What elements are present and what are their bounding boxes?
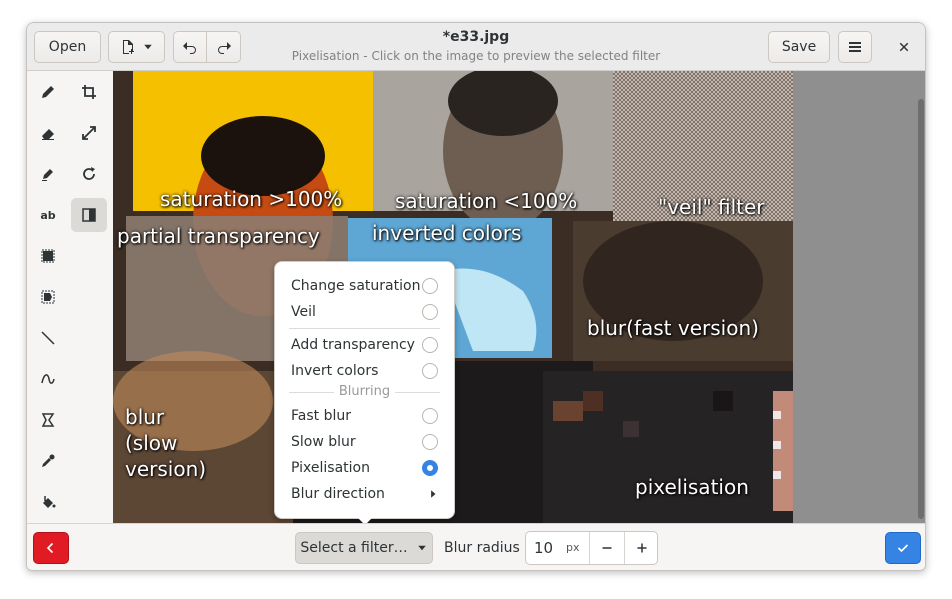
menu-item-add-transparency[interactable]: Add transparency	[291, 333, 438, 357]
radio-pixelisation[interactable]	[422, 460, 438, 476]
close-icon	[899, 42, 909, 52]
curve-icon	[41, 374, 55, 384]
label-partial-transparency: partial transparency	[117, 224, 320, 248]
radio-slow-blur[interactable]	[422, 434, 438, 450]
filter-select-button[interactable]: Select a filter…	[295, 532, 433, 564]
increase-button[interactable]	[625, 532, 658, 564]
menu-item-label: Pixelisation	[291, 460, 370, 476]
pencil-tool[interactable]	[30, 75, 66, 109]
menu-item-label: Blur direction	[291, 486, 385, 502]
radio-add-transparency[interactable]	[422, 337, 438, 353]
label-saturation-low: saturation <100%	[395, 189, 578, 213]
line-tool[interactable]	[30, 321, 66, 355]
scale-icon	[82, 126, 96, 140]
color-picker-tool[interactable]	[30, 444, 66, 478]
radio-fast-blur[interactable]	[422, 408, 438, 424]
tools-sidebar: ab	[27, 71, 113, 523]
text-tool[interactable]: ab	[30, 198, 66, 232]
blur-radius-value[interactable]: 10	[534, 539, 553, 557]
highlighter-icon	[42, 169, 53, 181]
chevron-down-icon	[417, 545, 426, 551]
label-inverted-colors: inverted colors	[372, 221, 522, 245]
app-window: Open *e33.jpg Pixelisation - Click on th…	[26, 22, 926, 571]
menu-item-label: Fast blur	[291, 408, 351, 424]
blur-radius-spinbutton[interactable]: 10 px	[525, 531, 658, 565]
menu-item-label: Invert colors	[291, 363, 379, 379]
line-icon	[41, 331, 55, 345]
cancel-button[interactable]	[33, 532, 69, 564]
checkmark-icon	[897, 544, 909, 553]
eraser-tool[interactable]	[30, 116, 66, 150]
free-selection-tool[interactable]	[30, 280, 66, 314]
filters-tool[interactable]	[71, 198, 107, 232]
label-blur-fast: blur(fast version)	[587, 316, 759, 340]
bottom-bar: Select a filter… Blur radius 10 px	[27, 523, 925, 570]
filter-select-label: Select a filter…	[300, 540, 408, 556]
eyedropper-icon	[42, 454, 55, 467]
scale-tool[interactable]	[71, 116, 107, 150]
menu-item-label: Add transparency	[291, 337, 415, 353]
highlighter-tool[interactable]	[30, 157, 66, 191]
menu-item-pixelisation[interactable]: Pixelisation	[291, 456, 438, 480]
text-tool-icon: ab	[40, 208, 56, 222]
paint-tool[interactable]	[30, 485, 66, 519]
label-blur-slow: blur (slow version)	[125, 405, 207, 481]
back-arrow-icon	[46, 542, 54, 554]
label-pixelisation: pixelisation	[635, 475, 749, 499]
main-menu-button[interactable]	[838, 31, 872, 63]
eraser-icon	[42, 129, 54, 140]
radio-invert-colors[interactable]	[422, 363, 438, 379]
rotate-icon	[83, 167, 95, 180]
menu-separator	[289, 328, 440, 329]
crop-tool[interactable]	[71, 75, 107, 109]
label-saturation-high: saturation >100%	[160, 187, 343, 211]
label-veil: "veil" filter	[658, 195, 765, 219]
menu-item-invert-colors[interactable]: Invert colors	[291, 359, 438, 383]
menu-item-slow-blur[interactable]: Slow blur	[291, 430, 438, 454]
menu-item-veil[interactable]: Veil	[291, 300, 438, 324]
rotate-tool[interactable]	[71, 157, 107, 191]
radio-change-saturation[interactable]	[422, 278, 438, 294]
paint-bucket-icon	[43, 496, 56, 508]
plus-icon	[637, 543, 646, 553]
vertical-scrollbar[interactable]	[918, 99, 924, 519]
menu-item-label: Slow blur	[291, 434, 356, 450]
rectangle-icon	[41, 249, 55, 263]
crop-icon	[82, 85, 96, 99]
close-button[interactable]	[888, 31, 920, 63]
filters-icon	[82, 208, 96, 222]
save-button[interactable]: Save	[768, 31, 830, 63]
menu-separator	[395, 392, 440, 393]
radio-veil[interactable]	[422, 304, 438, 320]
menu-item-blur-direction[interactable]: Blur direction	[291, 482, 438, 506]
curve-tool[interactable]	[30, 362, 66, 396]
free-selection-icon	[41, 290, 55, 304]
blur-radius-unit: px	[566, 541, 580, 554]
polygon-icon	[41, 413, 55, 427]
blur-radius-label: Blur radius	[444, 540, 520, 556]
pencil-icon	[42, 86, 54, 98]
menu-item-label: Change saturation	[291, 278, 421, 294]
decrease-button[interactable]	[590, 532, 624, 564]
menu-item-label: Veil	[291, 304, 316, 320]
save-button-label: Save	[781, 39, 817, 55]
apply-button[interactable]	[885, 532, 921, 564]
canvas-area[interactable]: saturation >100% saturation <100% "veil"…	[113, 71, 925, 523]
header-bar: Open *e33.jpg Pixelisation - Click on th…	[27, 23, 925, 71]
minus-icon	[602, 547, 612, 549]
chevron-right-icon	[431, 490, 436, 498]
menu-item-fast-blur[interactable]: Fast blur	[291, 404, 438, 428]
hamburger-menu-icon	[849, 42, 861, 52]
filters-popover: Change saturation Veil Add transparency …	[274, 261, 455, 519]
menu-item-change-saturation[interactable]: Change saturation	[291, 274, 438, 298]
shape-tool[interactable]	[30, 403, 66, 437]
rectangle-tool[interactable]	[30, 239, 66, 273]
